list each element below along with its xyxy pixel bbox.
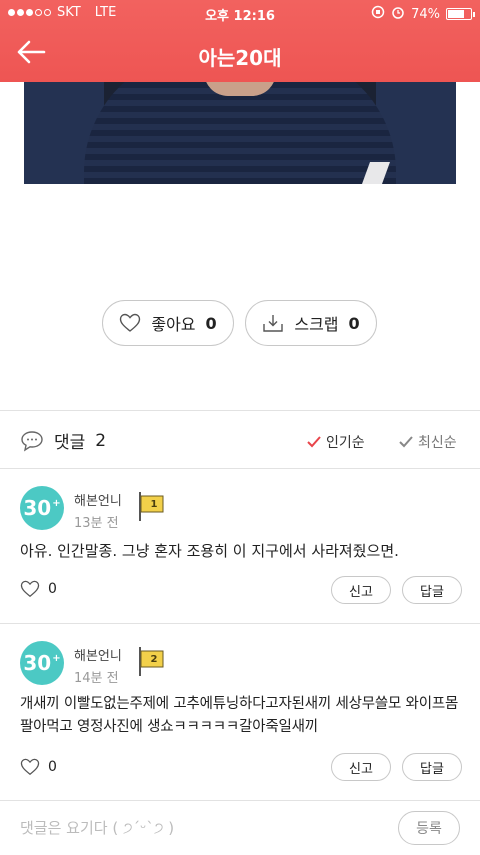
header-bar: SKT LTE 오후 12:16 74% 아는20대 bbox=[0, 0, 480, 82]
check-icon bbox=[399, 436, 413, 448]
alarm-icon bbox=[391, 5, 405, 23]
heart-icon bbox=[120, 313, 141, 332]
check-icon bbox=[307, 436, 321, 448]
comment-time: 14분 전 bbox=[74, 671, 119, 686]
sort-recent-label: 최신순 bbox=[418, 435, 457, 451]
divider bbox=[0, 410, 480, 411]
comments-count: 2 bbox=[95, 430, 107, 451]
comment-item: 30 + 해본언니 13분 전 1 아유. 인간말종. 그냥 혼자 조용히 이 지… bbox=[0, 468, 480, 623]
rank-number: 1 bbox=[150, 499, 158, 510]
battery-percent: 74% bbox=[411, 6, 440, 22]
page-title: 아는20대 bbox=[198, 46, 282, 70]
sort-recent-tab[interactable]: 최신순 bbox=[398, 432, 457, 452]
comment-like-count: 0 bbox=[48, 759, 57, 775]
sort-popular-tab[interactable]: 인기순 bbox=[306, 432, 365, 452]
heart-icon bbox=[20, 758, 40, 776]
comment-text: 개새끼 이빨도없는주제에 고추에튜닝하다고자된새끼 세상무쓸모 와이프몸팔아먹고… bbox=[20, 696, 459, 735]
like-button[interactable]: 좋아요 0 bbox=[102, 300, 234, 346]
speech-bubble-icon bbox=[21, 430, 43, 451]
rank-flag-icon: 2 bbox=[136, 645, 166, 681]
report-button[interactable]: 신고 bbox=[331, 753, 391, 781]
sort-popular-label: 인기순 bbox=[326, 435, 365, 451]
battery-icon bbox=[446, 8, 475, 20]
report-button[interactable]: 신고 bbox=[331, 576, 391, 604]
rotation-lock-icon bbox=[371, 5, 385, 23]
comment-like-button[interactable]: 0 bbox=[20, 580, 57, 598]
comment-like-button[interactable]: 0 bbox=[20, 758, 57, 776]
scrap-button[interactable]: 스크랩 0 bbox=[245, 300, 377, 346]
like-label: 좋아요 bbox=[151, 315, 196, 334]
post-photo bbox=[24, 82, 456, 184]
status-bar: SKT LTE 오후 12:16 74% bbox=[0, 0, 480, 26]
comments-header: 댓글 2 인기순 최신순 bbox=[0, 412, 480, 468]
comment-like-count: 0 bbox=[48, 581, 57, 597]
scrap-label: 스크랩 bbox=[294, 315, 339, 334]
comment-author: 해본언니 bbox=[74, 494, 122, 509]
scrap-count: 0 bbox=[348, 313, 360, 333]
rank-number: 2 bbox=[150, 654, 158, 665]
download-tray-icon bbox=[263, 315, 284, 332]
like-count: 0 bbox=[205, 313, 217, 333]
comments-label: 댓글 bbox=[54, 433, 86, 453]
comment-input[interactable] bbox=[20, 813, 380, 843]
heart-icon bbox=[20, 580, 40, 598]
comment-author: 해본언니 bbox=[74, 649, 122, 664]
reply-button[interactable]: 답글 bbox=[402, 576, 462, 604]
rank-flag-icon: 1 bbox=[136, 490, 166, 526]
comment-time: 13분 전 bbox=[74, 516, 119, 531]
submit-button[interactable]: 등록 bbox=[398, 811, 460, 845]
reply-button[interactable]: 답글 bbox=[402, 753, 462, 781]
comment-text: 아유. 인간말종. 그냥 혼자 조용히 이 지구에서 사라져줬으면. bbox=[20, 542, 399, 560]
avatar: 30 + bbox=[20, 641, 64, 685]
comment-item: 30 + 해본언니 14분 전 2 개새끼 이빨도없는주제에 고추에튜닝하다고자된… bbox=[0, 623, 480, 800]
comment-input-bar: 등록 bbox=[0, 800, 480, 855]
avatar: 30 + bbox=[20, 486, 64, 530]
